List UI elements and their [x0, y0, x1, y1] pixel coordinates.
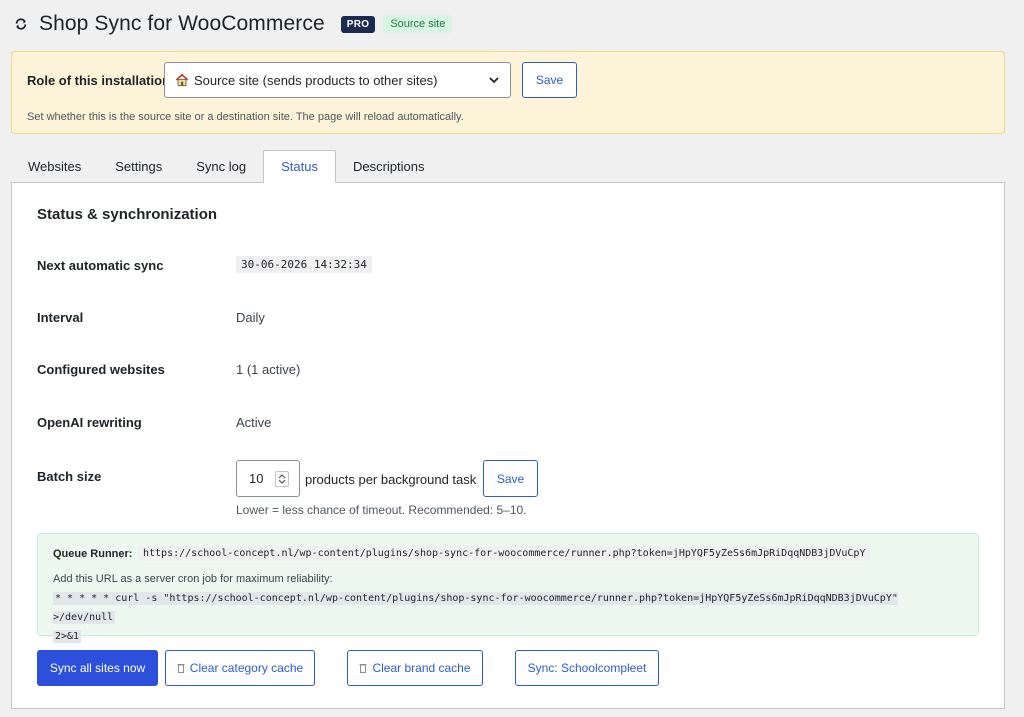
section-title: Status & synchronization — [37, 206, 218, 223]
sync-icon — [11, 14, 31, 34]
cron-command-line2: 2>&1 — [53, 630, 82, 643]
trash-icon — [359, 663, 367, 673]
tab-descriptions[interactable]: Descriptions — [336, 150, 442, 183]
pro-badge: PRO — [340, 15, 376, 33]
role-select[interactable]: Source site (sends products to other sit… — [164, 62, 511, 98]
house-icon — [175, 73, 189, 87]
cron-command[interactable]: * * * * * curl -s "https://school-concep… — [53, 589, 965, 646]
role-settings-box: Role of this installation: Source site (… — [11, 51, 1005, 134]
sync-site-button[interactable]: Sync: Schoolcompleet — [515, 650, 659, 686]
queue-runner-url[interactable]: https://school-concept.nl/wp-content/plu… — [138, 546, 871, 561]
next-sync-code: 30-06-2026 14:32:34 — [236, 256, 372, 273]
queue-runner-label: Queue Runner: — [53, 548, 133, 560]
batch-size-label: Batch size — [37, 469, 102, 484]
stepper-arrows-icon[interactable] — [275, 471, 289, 487]
tab-sync-log[interactable]: Sync log — [179, 150, 263, 183]
status-panel: Status & synchronization Next automatic … — [11, 182, 1005, 709]
cron-command-line1: * * * * * curl -s "https://school-concep… — [53, 592, 898, 624]
batch-help-text: Lower = less chance of timeout. Recommen… — [236, 503, 527, 517]
clear-brand-cache-button[interactable]: Clear brand cache — [347, 650, 483, 686]
next-sync-value: 30-06-2026 14:32:34 — [236, 256, 372, 273]
page-title: Shop Sync for WooCommerce — [39, 12, 325, 35]
interval-value: Daily — [236, 310, 265, 325]
openai-rewriting-value: Active — [236, 415, 272, 430]
tab-status[interactable]: Status — [263, 150, 336, 183]
clear-category-cache-button[interactable]: Clear category cache — [165, 650, 315, 686]
tab-websites[interactable]: Websites — [11, 150, 98, 183]
interval-label: Interval — [37, 310, 84, 325]
clear-category-cache-label: Clear category cache — [189, 661, 304, 675]
role-save-button[interactable]: Save — [522, 62, 577, 98]
site-role-badge: Source site — [383, 15, 453, 33]
configured-websites-value: 1 (1 active) — [236, 362, 301, 377]
batch-save-button[interactable]: Save — [483, 460, 538, 497]
trash-icon — [177, 663, 185, 673]
role-help-text: Set whether this is the source site or a… — [27, 111, 464, 123]
page-header: Shop Sync for WooCommerce PRO Source sit… — [11, 10, 453, 38]
tab-settings[interactable]: Settings — [98, 150, 179, 183]
cron-help-text: Add this URL as a server cron job for ma… — [53, 573, 333, 585]
openai-rewriting-label: OpenAI rewriting — [37, 415, 142, 430]
sync-all-button[interactable]: Sync all sites now — [37, 650, 158, 686]
next-sync-label: Next automatic sync — [37, 258, 164, 273]
chevron-down-icon — [488, 74, 500, 89]
clear-brand-cache-label: Clear brand cache — [372, 661, 471, 675]
role-select-value: Source site (sends products to other sit… — [194, 72, 438, 88]
configured-websites-label: Configured websites — [37, 362, 165, 377]
tab-bar: Websites Settings Sync log Status Descri… — [11, 150, 441, 183]
batch-size-input[interactable]: 10 — [236, 460, 300, 497]
batch-size-unit: products per background task — [305, 472, 477, 487]
batch-size-value: 10 — [249, 471, 264, 486]
queue-runner-box: Queue Runner: https://school-concept.nl/… — [37, 533, 979, 643]
role-label: Role of this installation: — [27, 73, 175, 88]
